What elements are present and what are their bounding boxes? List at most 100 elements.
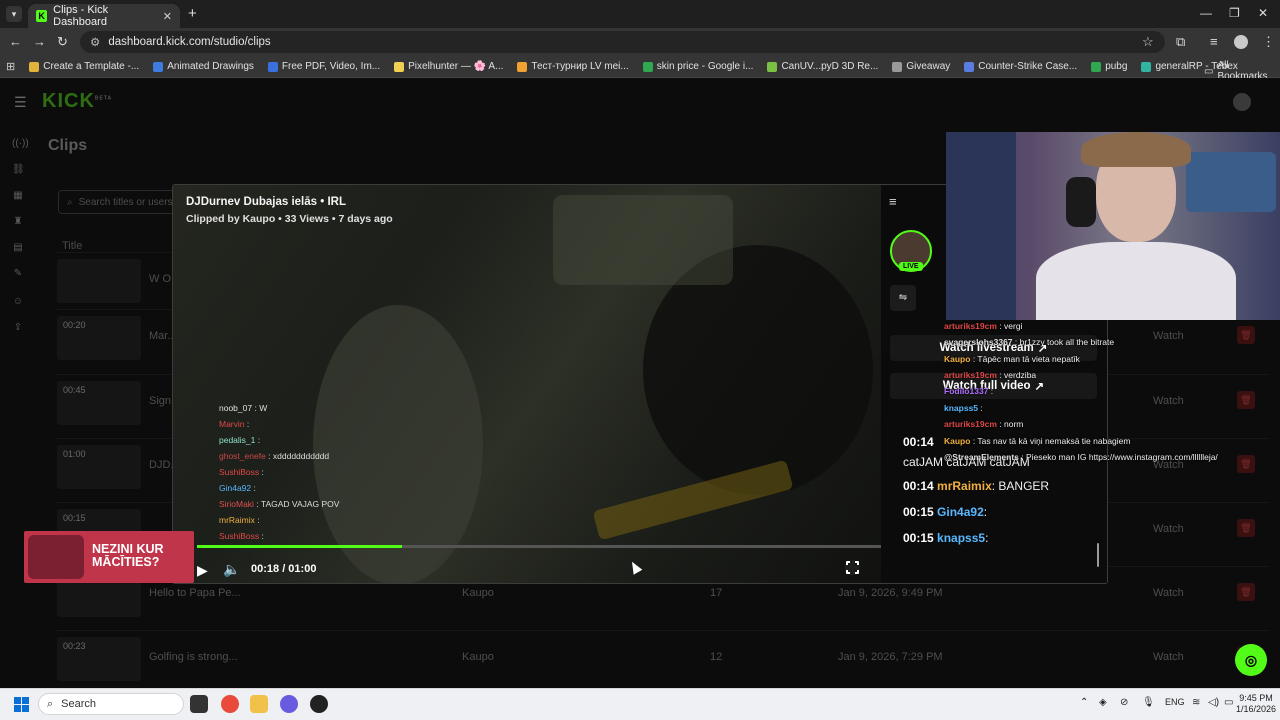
play-icon[interactable]: ▶: [197, 562, 208, 579]
tray-overflow-icon[interactable]: ⌃: [1080, 697, 1088, 708]
collapse-panel-icon[interactable]: ≡: [889, 194, 897, 209]
volume-icon[interactable]: 🔈: [223, 561, 240, 578]
stream-icon[interactable]: ((·)): [12, 138, 29, 150]
share-icon[interactable]: ⇋: [890, 285, 916, 311]
overlay-chat-line: noob_07 : W: [219, 403, 268, 413]
trophy-icon[interactable]: ♜: [12, 216, 24, 228]
table-row[interactable]: 00:23 Golfing is strong... Kaupo 12 Jan 9, 2…: [55, 630, 1270, 682]
ad-banner[interactable]: NEZINI KUR MĀCĪTIES?: [24, 531, 194, 583]
bookmark-item[interactable]: pubg: [1091, 61, 1127, 72]
chat-message: : Tas nav tā kā viņi nemaksā tie nabagie…: [972, 436, 1131, 446]
upload-icon[interactable]: ⇪: [12, 322, 24, 334]
tools-icon[interactable]: ✎: [12, 268, 24, 280]
reading-list-icon[interactable]: ≡: [1210, 34, 1218, 49]
bookmark-item[interactable]: Create a Template -...: [29, 61, 139, 72]
battery-icon[interactable]: ▭: [1224, 697, 1233, 708]
profile-icon[interactable]: [1234, 35, 1248, 49]
close-tab-icon[interactable]: ✕: [163, 10, 172, 23]
language-indicator[interactable]: ENG: [1165, 697, 1185, 707]
search-input[interactable]: ⌕ Search titles or users: [58, 190, 178, 214]
bookmark-star-icon[interactable]: ☆: [1142, 34, 1154, 50]
taskbar-search[interactable]: ⌕ Search: [38, 693, 184, 715]
delete-icon[interactable]: 🗑: [1237, 455, 1255, 473]
bookmark-item[interactable]: CanUV...pyD 3D Re...: [767, 61, 878, 72]
clip-duration: 00:23: [63, 641, 86, 651]
delete-icon[interactable]: 🗑: [1237, 326, 1255, 344]
clip-thumbnail[interactable]: 01:00: [57, 445, 141, 489]
clip-video[interactable]: DJDurnev Dubajas ielās • IRL Clipped by …: [173, 185, 881, 583]
watch-link[interactable]: Watch: [1153, 587, 1184, 599]
stream-chat-line: Kaupo : Tāpēc man tā vieta nepatīk: [944, 354, 1080, 364]
browser-tab[interactable]: K Clips - Kick Dashboard ✕: [28, 4, 180, 28]
bookmark-item[interactable]: skin price - Google i...: [642, 61, 753, 72]
fullscreen-icon[interactable]: [845, 560, 860, 575]
progress-bar[interactable]: [197, 545, 881, 548]
extensions-icon[interactable]: ⧉: [1176, 34, 1185, 50]
restore-icon[interactable]: ❐: [1229, 6, 1240, 20]
user-avatar[interactable]: [1233, 93, 1251, 111]
bookmark-item[interactable]: Giveaway: [892, 61, 950, 72]
chat-username: arturiks19cm: [944, 321, 997, 331]
delete-icon[interactable]: 🗑: [1237, 391, 1255, 409]
clip-duration: 00:15: [63, 513, 86, 523]
new-tab-icon[interactable]: +: [188, 5, 197, 22]
clip-duration: 00:45: [63, 385, 86, 395]
minimize-icon[interactable]: —: [1200, 6, 1212, 20]
clip-thumbnail[interactable]: 00:45: [57, 381, 141, 425]
wifi-icon[interactable]: ≋: [1192, 697, 1200, 708]
site-info-icon[interactable]: ⚙: [90, 35, 100, 49]
live-badge: LIVE: [899, 262, 923, 271]
bookmark-item[interactable]: Pixelhunter — 🌸 A...: [394, 61, 503, 72]
help-chat-icon[interactable]: ◎: [1235, 644, 1267, 676]
chrome-icon[interactable]: [221, 695, 239, 713]
menu-icon[interactable]: ⋮: [1262, 34, 1275, 50]
network-icon[interactable]: ⊘: [1120, 697, 1128, 708]
bookmark-item[interactable]: Counter-Strike Case...: [964, 61, 1077, 72]
volume-tray-icon[interactable]: ◁): [1208, 697, 1219, 708]
windows-start-icon[interactable]: [14, 697, 29, 712]
discord-icon[interactable]: [280, 695, 298, 713]
stream-chat-line: arturiks19cm : norm: [944, 419, 1023, 429]
address-bar[interactable]: ⚙ dashboard.kick.com/studio/clips: [80, 31, 1165, 53]
mic-icon[interactable]: 🎙: [1142, 697, 1155, 708]
bookmark-favicon-icon: [1091, 61, 1102, 72]
delete-icon[interactable]: 🗑: [1237, 583, 1255, 601]
bookmark-item[interactable]: Тест-турнир LV mei...: [517, 61, 629, 72]
side-chat-message: 00:14: [903, 435, 934, 449]
bookmark-item[interactable]: Free PDF, Video, Im...: [267, 61, 380, 72]
analytics-icon[interactable]: ▦: [12, 190, 24, 202]
clip-thumbnail[interactable]: [57, 259, 141, 303]
search-icon: ⌕: [47, 697, 54, 710]
back-icon[interactable]: ←: [9, 34, 22, 49]
watch-link[interactable]: Watch: [1153, 523, 1184, 535]
tray-app-icon[interactable]: ◈: [1099, 697, 1107, 708]
bookmark-item[interactable]: Animated Drawings: [153, 61, 254, 72]
watch-link[interactable]: Watch: [1153, 395, 1184, 407]
forward-icon[interactable]: →: [33, 34, 46, 49]
stream-chat-line: Fodilo1337 :: [944, 386, 993, 396]
chat-username: Marvin: [219, 419, 245, 429]
clips-icon[interactable]: ▤: [12, 242, 24, 254]
steam-icon[interactable]: [310, 695, 328, 713]
file-explorer-icon[interactable]: [250, 695, 268, 713]
clip-thumbnail[interactable]: 00:23: [57, 637, 141, 681]
overlay-chat-line: pedalis_1 :: [219, 435, 261, 445]
apps-icon[interactable]: ⊞: [6, 60, 15, 73]
tab-search-icon[interactable]: ▾: [6, 6, 22, 22]
watch-link[interactable]: Watch: [1153, 651, 1184, 663]
system-clock[interactable]: 9:45 PM 1/16/2026: [1236, 693, 1276, 715]
link-icon[interactable]: ⛓: [12, 164, 25, 176]
community-icon[interactable]: ☺: [12, 296, 24, 308]
kick-logo[interactable]: KICKBETA: [42, 90, 112, 113]
url-text: dashboard.kick.com/studio/clips: [108, 36, 271, 48]
chat-username: SirioMaki: [219, 499, 254, 509]
clip-thumbnail[interactable]: 00:20: [57, 316, 141, 360]
delete-icon[interactable]: 🗑: [1237, 519, 1255, 537]
chat-username: Gin4a92: [937, 505, 984, 519]
hamburger-icon[interactable]: ☰: [14, 94, 27, 111]
watch-link[interactable]: Watch: [1153, 330, 1184, 342]
reload-icon[interactable]: ↻: [57, 34, 68, 50]
close-window-icon[interactable]: ✕: [1258, 6, 1268, 20]
chat-scrollbar[interactable]: [1097, 543, 1099, 567]
task-view-icon[interactable]: [190, 695, 208, 713]
